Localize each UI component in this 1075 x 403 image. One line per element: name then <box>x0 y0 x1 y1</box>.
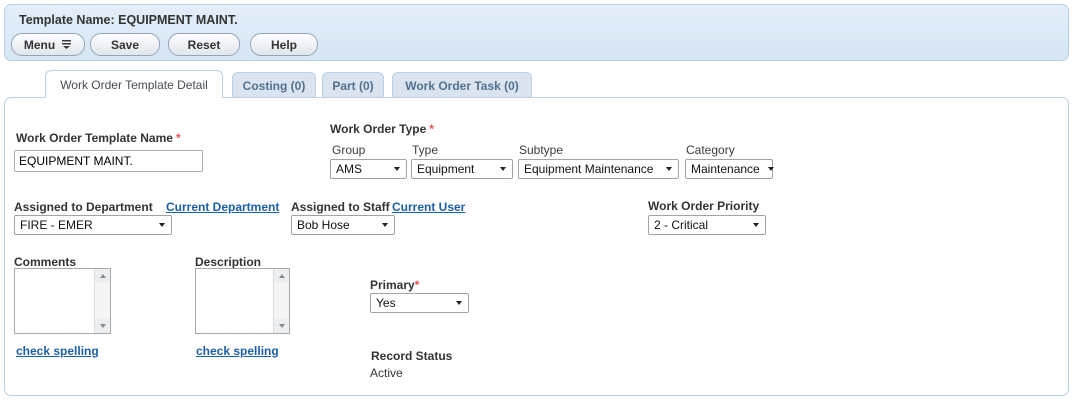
group-select[interactable]: AMS <box>330 159 407 179</box>
scroll-up-icon[interactable] <box>95 269 110 283</box>
work-order-type-label: Work Order Type* <box>330 122 434 136</box>
work-order-priority-select[interactable]: 2 - Critical <box>648 215 766 235</box>
scroll-down-icon[interactable] <box>95 319 110 333</box>
reset-button[interactable]: Reset <box>168 33 240 56</box>
menu-dropdown-icon <box>61 40 72 49</box>
page-title: Template Name: EQUIPMENT MAINT. <box>19 13 238 27</box>
save-button-label: Save <box>111 38 139 52</box>
app-window: Template Name: EQUIPMENT MAINT. Menu Sav… <box>0 0 1075 403</box>
dropdown-arrow-icon <box>456 301 462 305</box>
record-status-value: Active <box>370 366 403 380</box>
required-marker: * <box>415 278 420 292</box>
type-select[interactable]: Equipment <box>411 159 513 179</box>
category-label: Category <box>686 143 735 157</box>
dropdown-arrow-icon <box>382 223 388 227</box>
help-button-label: Help <box>271 38 297 52</box>
scroll-up-icon[interactable] <box>274 269 289 283</box>
comments-textarea[interactable] <box>14 268 111 334</box>
tab-work-order-template-detail[interactable]: Work Order Template Detail <box>45 70 223 98</box>
dropdown-arrow-icon <box>753 223 759 227</box>
reset-button-label: Reset <box>188 38 221 52</box>
menu-button[interactable]: Menu <box>11 33 85 56</box>
description-check-spelling-link[interactable]: check spelling <box>196 344 279 358</box>
current-user-link[interactable]: Current User <box>392 200 465 214</box>
type-label: Type <box>412 143 438 157</box>
tab-part[interactable]: Part (0) <box>322 72 384 98</box>
header-bar: Template Name: EQUIPMENT MAINT. Menu Sav… <box>4 4 1069 61</box>
category-select[interactable]: Maintenance <box>685 159 773 179</box>
tab-work-order-task[interactable]: Work Order Task (0) <box>392 72 532 98</box>
primary-label: Primary* <box>370 278 419 292</box>
assigned-department-select[interactable]: FIRE - EMER <box>14 215 172 235</box>
comments-check-spelling-link[interactable]: check spelling <box>16 344 99 358</box>
dropdown-arrow-icon <box>666 167 672 171</box>
dropdown-arrow-icon <box>500 167 506 171</box>
primary-select[interactable]: Yes <box>370 293 469 313</box>
help-button[interactable]: Help <box>250 33 318 56</box>
dropdown-arrow-icon <box>768 167 774 171</box>
required-marker: * <box>176 131 181 145</box>
template-name-label: Work Order Template Name* <box>16 131 181 145</box>
scrollbar[interactable] <box>94 269 110 333</box>
menu-button-label: Menu <box>24 38 55 52</box>
scroll-down-icon[interactable] <box>274 319 289 333</box>
scrollbar[interactable] <box>273 269 289 333</box>
work-order-priority-label: Work Order Priority <box>648 199 759 213</box>
dropdown-arrow-icon <box>159 223 165 227</box>
template-name-input[interactable] <box>14 150 203 172</box>
assigned-staff-select[interactable]: Bob Hose <box>291 215 395 235</box>
record-status-label: Record Status <box>371 349 452 363</box>
subtype-select[interactable]: Equipment Maintenance <box>518 159 679 179</box>
group-label: Group <box>332 143 365 157</box>
subtype-label: Subtype <box>519 143 563 157</box>
current-department-link[interactable]: Current Department <box>166 200 279 214</box>
assigned-staff-label: Assigned to Staff <box>291 200 390 214</box>
description-textarea[interactable] <box>195 268 290 334</box>
description-label: Description <box>195 255 261 269</box>
required-marker: * <box>429 122 434 136</box>
tab-costing[interactable]: Costing (0) <box>232 72 316 98</box>
save-button[interactable]: Save <box>90 33 160 56</box>
assigned-department-label: Assigned to Department <box>14 200 153 214</box>
dropdown-arrow-icon <box>394 167 400 171</box>
comments-label: Comments <box>14 255 76 269</box>
